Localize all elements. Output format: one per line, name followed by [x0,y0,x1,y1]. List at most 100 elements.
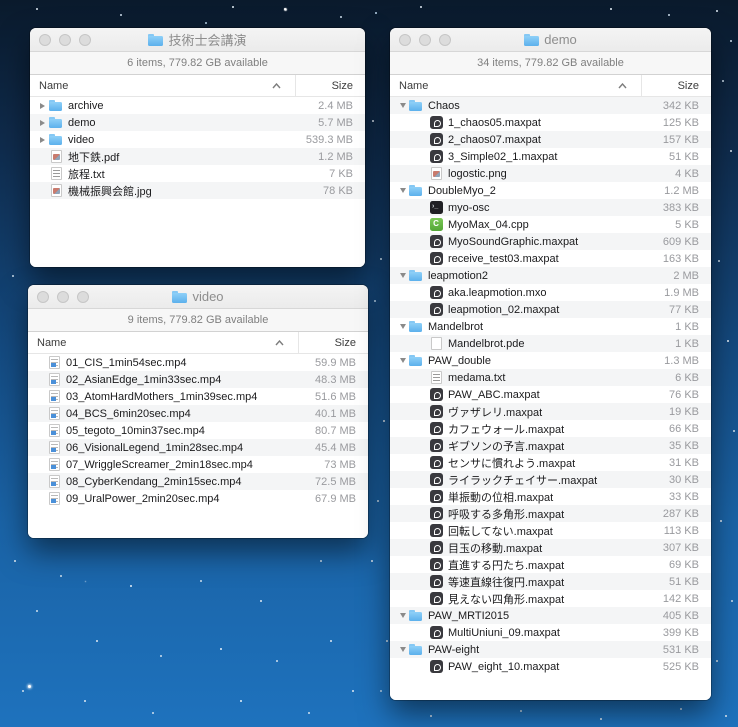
file-row[interactable]: 1_chaos05.maxpat 125 KB [390,114,711,131]
file-name: センサに慣れよう.maxpat [448,457,576,470]
file-row[interactable]: 回転してない.maxpat 113 KB [390,522,711,539]
folder-row[interactable]: leapmotion2 2 MB [390,267,711,284]
file-row[interactable]: 旅程.txt 7 KB [30,165,365,182]
file-row[interactable]: leapmotion_02.maxpat 77 KB [390,301,711,318]
folder-row[interactable]: PAW_double 1.3 MB [390,352,711,369]
file-row[interactable]: ライラックチェイサー.maxpat 30 KB [390,471,711,488]
file-name: archive [68,99,104,112]
file-row[interactable]: 機械振興会館.jpg 78 KB [30,182,365,199]
disclosure-collapsed-icon[interactable] [36,137,49,143]
disclosure-expanded-icon[interactable] [396,273,409,278]
file-row[interactable]: 03_AtomHardMothers_1min39sec.mp4 51.6 MB [28,388,368,405]
disclosure-expanded-icon[interactable] [396,188,409,193]
sort-ascending-icon [618,82,627,89]
file-row[interactable]: ギブソンの予言.maxpat 35 KB [390,437,711,454]
file-row[interactable]: カフェウォール.maxpat 66 KB [390,420,711,437]
zoom-button[interactable] [79,33,91,46]
title-bar[interactable]: video [28,285,368,309]
file-row[interactable]: 単振動の位相.maxpat 33 KB [390,488,711,505]
zoom-button[interactable] [77,290,89,303]
folder-icon [409,609,423,622]
file-size: 1.2 MB [318,150,353,163]
file-row[interactable]: MyoSoundGraphic.maxpat 609 KB [390,233,711,250]
column-header-size[interactable]: Size [641,75,711,96]
file-row[interactable]: 3_Simple02_1.maxpat 51 KB [390,148,711,165]
disclosure-expanded-icon[interactable] [396,324,409,329]
file-row[interactable]: 02_AsianEdge_1min33sec.mp4 48.3 MB [28,371,368,388]
status-text: 34 items, 779.82 GB available [477,57,624,69]
file-row[interactable]: receive_test03.maxpat 163 KB [390,250,711,267]
file-row[interactable]: 呼吸する多角形.maxpat 287 KB [390,505,711,522]
file-row[interactable]: ヴァザレリ.maxpat 19 KB [390,403,711,420]
disclosure-expanded-icon[interactable] [396,613,409,618]
file-size: 531 KB [662,643,699,656]
column-header-size[interactable]: Size [295,75,365,96]
file-row[interactable]: 見えない四角形.maxpat 142 KB [390,590,711,607]
folder-row[interactable]: PAW_MRTI2015 405 KB [390,607,711,624]
close-button[interactable] [39,33,51,46]
file-row[interactable]: myo-osc 383 KB [390,199,711,216]
file-row[interactable]: 06_VisionalLegend_1min28sec.mp4 45.4 MB [28,439,368,456]
file-row[interactable]: 01_CIS_1min54sec.mp4 59.9 MB [28,354,368,371]
file-row[interactable]: Mandelbrot.pde 1 KB [390,335,711,352]
file-row[interactable]: 地下鉄.pdf 1.2 MB [30,148,365,165]
disclosure-expanded-icon[interactable] [396,358,409,363]
file-size: 609 KB [662,235,699,248]
file-row[interactable]: 目玉の移動.maxpat 307 KB [390,539,711,556]
folder-icon [524,33,540,46]
disclosure-expanded-icon[interactable] [396,647,409,652]
minimize-button[interactable] [57,290,69,303]
folder-row[interactable]: archive 2.4 MB [30,97,365,114]
file-row[interactable]: logostic.png 4 KB [390,165,711,182]
file-row[interactable]: aka.leapmotion.mxo 1.9 MB [390,284,711,301]
column-header-name[interactable]: Name [390,75,641,96]
folder-row[interactable]: PAW-eight 531 KB [390,641,711,658]
folder-row[interactable]: demo 5.7 MB [30,114,365,131]
folder-icon [409,354,423,367]
column-header-name[interactable]: Name [30,75,295,96]
file-row[interactable]: 05_tegoto_10min37sec.mp4 80.7 MB [28,422,368,439]
disclosure-expanded-icon[interactable] [396,103,409,108]
folder-row[interactable]: video 539.3 MB [30,131,365,148]
mp4-icon [47,441,61,454]
minimize-button[interactable] [419,33,431,46]
folder-row[interactable]: Chaos 342 KB [390,97,711,114]
file-size: 142 KB [662,592,699,605]
file-row[interactable]: medama.txt 6 KB [390,369,711,386]
file-row[interactable]: 直進する円たち.maxpat 69 KB [390,556,711,573]
file-row[interactable]: 等速直線往復円.maxpat 51 KB [390,573,711,590]
file-row[interactable]: 09_UralPower_2min20sec.mp4 67.9 MB [28,490,368,507]
file-size: 35 KB [669,439,699,452]
file-row[interactable]: 08_CyberKendang_2min15sec.mp4 72.5 MB [28,473,368,490]
file-row[interactable]: MultiUniuni_09.maxpat 399 KB [390,624,711,641]
file-row[interactable]: MyoMax_04.cpp 5 KB [390,216,711,233]
folder-row[interactable]: Mandelbrot 1 KB [390,318,711,335]
column-header-size[interactable]: Size [298,332,368,353]
disclosure-collapsed-icon[interactable] [36,103,49,109]
file-row[interactable]: 07_WriggleScreamer_2min18sec.mp4 73 MB [28,456,368,473]
file-size: 69 KB [669,558,699,571]
disclosure-collapsed-icon[interactable] [36,120,49,126]
file-size: 19 KB [669,405,699,418]
file-row[interactable]: 04_BCS_6min20sec.mp4 40.1 MB [28,405,368,422]
folder-icon [409,320,423,333]
maxpat-icon [429,133,443,146]
close-button[interactable] [37,290,49,303]
file-row[interactable]: PAW_eight_10.maxpat 525 KB [390,658,711,675]
minimize-button[interactable] [59,33,71,46]
title-bar[interactable]: 技術士会講演 [30,28,365,52]
folder-icon [49,116,63,129]
file-name: 07_WriggleScreamer_2min18sec.mp4 [66,458,253,471]
close-button[interactable] [399,33,411,46]
file-size: 5 KB [675,218,699,231]
zoom-button[interactable] [439,33,451,46]
maxpat-icon [429,473,443,486]
column-header-name[interactable]: Name [28,332,298,353]
file-name: 等速直線往復円.maxpat [448,576,565,589]
file-row[interactable]: 2_chaos07.maxpat 157 KB [390,131,711,148]
title-bar[interactable]: demo [390,28,711,52]
file-row[interactable]: センサに慣れよう.maxpat 31 KB [390,454,711,471]
folder-row[interactable]: DoubleMyo_2 1.2 MB [390,182,711,199]
finder-window-demo: demo 34 items, 779.82 GB available Name … [390,28,711,700]
file-row[interactable]: PAW_ABC.maxpat 76 KB [390,386,711,403]
